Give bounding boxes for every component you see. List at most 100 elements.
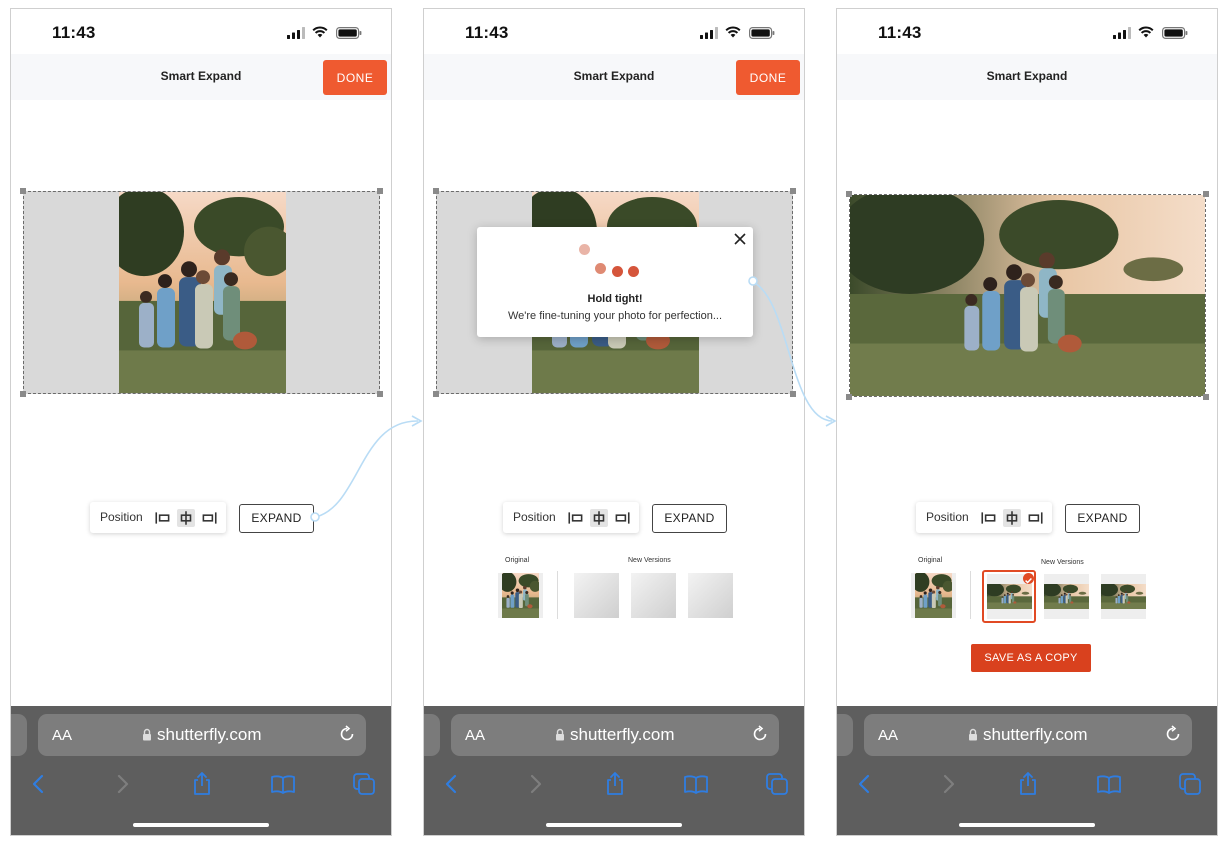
align-center-button[interactable] bbox=[590, 509, 608, 527]
save-as-copy-button[interactable]: SAVE AS A COPY bbox=[971, 644, 1091, 672]
header-bar: Smart Expand DONE bbox=[11, 54, 391, 100]
align-left-icon bbox=[980, 509, 998, 527]
crop-handle-bottom-right[interactable] bbox=[1203, 394, 1209, 400]
browser-chrome: AA shutterfly.com bbox=[11, 706, 391, 835]
share-icon[interactable] bbox=[1015, 771, 1041, 797]
crop-handle-bottom-left[interactable] bbox=[20, 391, 26, 397]
loading-dot bbox=[612, 266, 623, 277]
home-indicator bbox=[546, 823, 682, 827]
align-center-button[interactable] bbox=[177, 509, 195, 527]
version-thumbnail-photo bbox=[1044, 584, 1089, 609]
status-bar: 11:43 bbox=[424, 9, 804, 54]
home-indicator bbox=[133, 823, 269, 827]
version-thumbnail[interactable] bbox=[1044, 574, 1089, 619]
address-bar[interactable]: AA shutterfly.com bbox=[451, 714, 779, 756]
checkmark-icon bbox=[1025, 577, 1032, 584]
flow-arrow-2-head bbox=[825, 415, 837, 427]
back-icon[interactable] bbox=[439, 771, 465, 797]
version-thumbnail[interactable] bbox=[1101, 574, 1146, 619]
close-icon[interactable] bbox=[732, 231, 748, 247]
browser-toolbar bbox=[424, 771, 804, 801]
version-placeholder bbox=[688, 573, 733, 618]
text-size-button[interactable]: AA bbox=[465, 727, 485, 744]
position-toolbar: Position bbox=[503, 502, 639, 533]
status-time: 11:43 bbox=[878, 23, 922, 42]
status-icons bbox=[1113, 25, 1193, 41]
original-thumbnail[interactable] bbox=[498, 573, 543, 618]
expand-button[interactable]: EXPAND bbox=[652, 504, 727, 533]
back-icon[interactable] bbox=[26, 771, 52, 797]
expand-button[interactable]: EXPAND bbox=[1065, 504, 1140, 533]
crop-handle-bottom-right[interactable] bbox=[377, 391, 383, 397]
tabs-icon[interactable] bbox=[351, 771, 377, 797]
forward-icon[interactable] bbox=[522, 771, 548, 797]
crop-handle-top-left[interactable] bbox=[846, 191, 852, 197]
expand-canvas[interactable] bbox=[23, 191, 380, 394]
text-size-button[interactable]: AA bbox=[878, 727, 898, 744]
expand-button[interactable]: EXPAND bbox=[239, 504, 314, 533]
wifi-icon bbox=[1138, 26, 1154, 38]
crop-handle-top-right[interactable] bbox=[377, 188, 383, 194]
original-label: Original bbox=[918, 557, 943, 564]
align-right-button[interactable] bbox=[613, 509, 631, 527]
bookmarks-icon[interactable] bbox=[1096, 771, 1122, 797]
modal-title: Hold tight! bbox=[587, 293, 643, 305]
crop-handle-bottom-right[interactable] bbox=[790, 391, 796, 397]
header-bar: Smart Expand DONE bbox=[424, 54, 804, 100]
previous-tab-stub[interactable] bbox=[424, 714, 440, 756]
crop-handle-bottom-left[interactable] bbox=[433, 391, 439, 397]
align-right-button[interactable] bbox=[1026, 509, 1044, 527]
crop-handle-top-left[interactable] bbox=[433, 188, 439, 194]
share-icon[interactable] bbox=[602, 771, 628, 797]
expanded-family-photo bbox=[850, 195, 1205, 396]
done-button[interactable]: DONE bbox=[736, 60, 800, 95]
align-left-button[interactable] bbox=[567, 509, 585, 527]
reload-icon[interactable] bbox=[751, 725, 769, 743]
signal-icon bbox=[700, 27, 718, 39]
crop-handle-top-right[interactable] bbox=[790, 188, 796, 194]
original-thumbnail[interactable] bbox=[911, 573, 956, 618]
status-icons bbox=[287, 25, 367, 41]
forward-icon[interactable] bbox=[109, 771, 135, 797]
address-bar[interactable]: AA shutterfly.com bbox=[864, 714, 1192, 756]
previous-tab-stub[interactable] bbox=[11, 714, 27, 756]
url-text: shutterfly.com bbox=[983, 725, 1088, 744]
lock-icon bbox=[142, 728, 152, 741]
original-thumbnail-photo bbox=[502, 573, 539, 618]
align-left-icon bbox=[567, 509, 585, 527]
align-center-icon bbox=[590, 509, 608, 527]
reload-icon[interactable] bbox=[1164, 725, 1182, 743]
browser-chrome: AA shutterfly.com bbox=[837, 706, 1217, 835]
crop-handle-top-right[interactable] bbox=[1203, 191, 1209, 197]
previous-tab-stub[interactable] bbox=[837, 714, 853, 756]
bookmarks-icon[interactable] bbox=[683, 771, 709, 797]
done-button[interactable]: DONE bbox=[323, 60, 387, 95]
align-left-button[interactable] bbox=[980, 509, 998, 527]
url-text: shutterfly.com bbox=[570, 725, 675, 744]
text-size-button[interactable]: AA bbox=[52, 727, 72, 744]
tabs-icon[interactable] bbox=[1177, 771, 1203, 797]
version-placeholder bbox=[574, 573, 619, 618]
expand-canvas[interactable] bbox=[849, 194, 1206, 397]
align-left-icon bbox=[154, 509, 172, 527]
version-placeholder bbox=[631, 573, 676, 618]
phone-screen-initial: 11:43 Smart Expand DONE Position EXPAND … bbox=[10, 8, 392, 836]
align-right-button[interactable] bbox=[200, 509, 218, 527]
share-icon[interactable] bbox=[189, 771, 215, 797]
back-icon[interactable] bbox=[852, 771, 878, 797]
flow-arrow-1-head bbox=[411, 415, 423, 427]
align-left-button[interactable] bbox=[154, 509, 172, 527]
align-center-button[interactable] bbox=[1003, 509, 1021, 527]
bookmarks-icon[interactable] bbox=[270, 771, 296, 797]
version-thumbnail-photo bbox=[987, 584, 1032, 609]
forward-icon[interactable] bbox=[935, 771, 961, 797]
status-time: 11:43 bbox=[465, 23, 509, 42]
loading-dot bbox=[628, 266, 639, 277]
crop-handle-bottom-left[interactable] bbox=[846, 394, 852, 400]
crop-handle-top-left[interactable] bbox=[20, 188, 26, 194]
address-bar[interactable]: AA shutterfly.com bbox=[38, 714, 366, 756]
new-versions-label: New Versions bbox=[1041, 559, 1084, 566]
reload-icon[interactable] bbox=[338, 725, 356, 743]
tabs-icon[interactable] bbox=[764, 771, 790, 797]
selected-check-badge bbox=[1023, 573, 1034, 584]
